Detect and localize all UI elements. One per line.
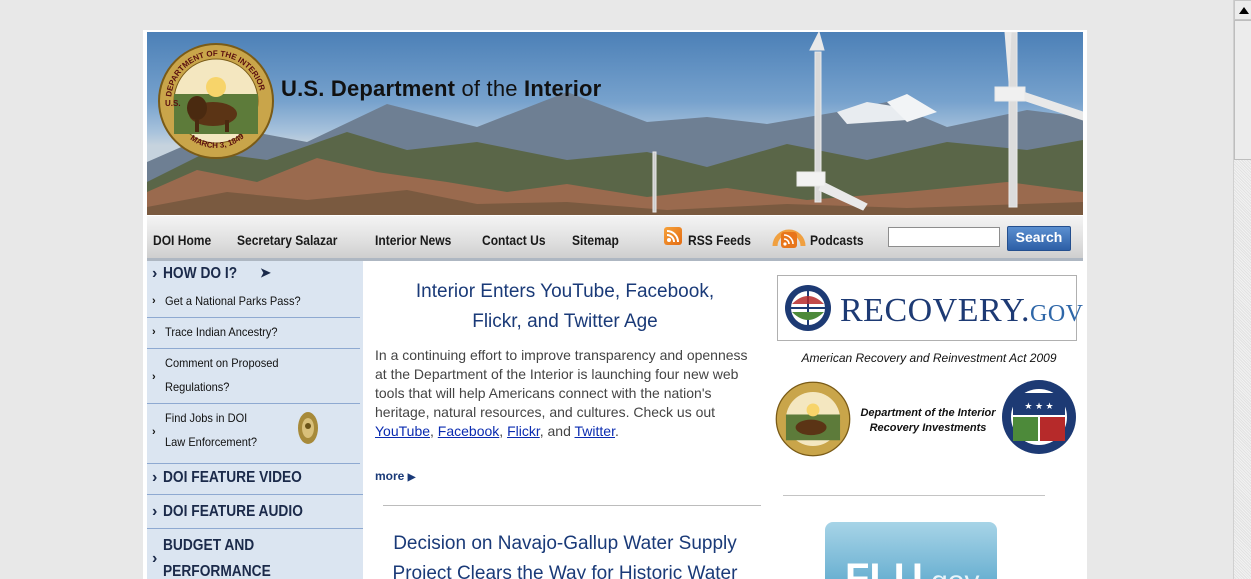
chevron-right-icon: › bbox=[152, 469, 158, 486]
story-summary: In a continuing effort to improve transp… bbox=[375, 347, 748, 439]
sidebar-item-parks-pass[interactable]: › Get a National Parks Pass? bbox=[147, 287, 360, 318]
page-content: DEPARTMENT OF THE INTERIOR MARCH 3, 1849… bbox=[143, 30, 1087, 579]
youtube-link[interactable]: YouTube bbox=[375, 423, 430, 439]
sidebar-divider bbox=[147, 528, 363, 529]
site-title-part3: Interior bbox=[524, 76, 602, 101]
nav-sitemap[interactable]: Sitemap bbox=[572, 232, 619, 248]
nav-rss-feeds[interactable]: RSS Feeds bbox=[688, 232, 751, 248]
nav-contact-us[interactable]: Contact Us bbox=[482, 232, 546, 248]
svg-text:U.S.: U.S. bbox=[165, 99, 181, 108]
podcast-icon[interactable] bbox=[771, 224, 807, 250]
nav-secretary-salazar[interactable]: Secretary Salazar bbox=[237, 232, 337, 248]
banner-landscape bbox=[147, 32, 1083, 215]
nav-interior-news[interactable]: Interior News bbox=[375, 232, 451, 248]
scroll-up-arrow-icon[interactable] bbox=[1234, 0, 1251, 20]
recovery-globe-icon bbox=[785, 285, 831, 331]
police-badge-icon bbox=[298, 412, 318, 444]
svg-text:★ ★ ★: ★ ★ ★ bbox=[1024, 401, 1053, 411]
nav-podcasts[interactable]: Podcasts bbox=[810, 232, 864, 248]
left-sidebar: › HOW DO I? ➤ › Get a National Parks Pas… bbox=[147, 261, 363, 579]
story-headline-social-media[interactable]: Interior Enters YouTube, Facebook, Flick… bbox=[365, 277, 765, 337]
story-divider bbox=[383, 505, 761, 506]
flu-gov-wordmark: FLU.gov bbox=[845, 556, 979, 579]
sidebar-divider bbox=[147, 494, 363, 495]
search-button[interactable]: Search bbox=[1007, 226, 1071, 251]
sidebar-item-law-enforcement-jobs[interactable]: › Find Jobs in DOI Law Enforcement? bbox=[147, 404, 360, 464]
doi-recovery-investments-link[interactable]: Department of the Interior Recovery Inve… bbox=[853, 406, 1003, 436]
sidebar-item-indian-ancestry[interactable]: › Trace Indian Ancestry? bbox=[147, 318, 360, 349]
facebook-link[interactable]: Facebook bbox=[438, 423, 499, 439]
main-news-column: Interior Enters YouTube, Facebook, Flick… bbox=[365, 261, 765, 579]
scroll-thumb[interactable] bbox=[1234, 20, 1251, 160]
chevron-right-icon: › bbox=[152, 265, 158, 282]
chevron-right-icon: › bbox=[152, 295, 156, 307]
doi-seal-logo: DEPARTMENT OF THE INTERIOR MARCH 3, 1849… bbox=[158, 43, 274, 159]
triangle-right-icon: ▶ bbox=[407, 472, 416, 483]
header-banner: DEPARTMENT OF THE INTERIOR MARCH 3, 1849… bbox=[147, 32, 1083, 215]
top-nav: DOI Home Secretary Salazar Interior News… bbox=[147, 216, 1083, 261]
right-column: RECOVERY.GOV American Recovery and Reinv… bbox=[773, 261, 1085, 579]
chevron-right-icon: › bbox=[152, 426, 156, 438]
arra-caption: American Recovery and Reinvestment Act 2… bbox=[801, 351, 1057, 365]
flickr-link[interactable]: Flickr bbox=[507, 423, 540, 439]
more-link[interactable]: more ▶ bbox=[375, 469, 415, 483]
recovery-emblem-icon[interactable]: ★ ★ ★ bbox=[1001, 379, 1077, 455]
site-title-part2: of the bbox=[455, 76, 525, 101]
chevron-right-icon: ➤ bbox=[260, 265, 271, 280]
right-divider bbox=[783, 495, 1045, 496]
site-title-part1: U.S. Department bbox=[281, 76, 456, 101]
chevron-right-icon: › bbox=[152, 503, 158, 520]
twitter-link[interactable]: Twitter bbox=[575, 423, 615, 439]
recovery-gov-banner[interactable]: RECOVERY.GOV bbox=[777, 275, 1083, 341]
sidebar-item-proposed-regulations[interactable]: › Comment on Proposed Regulations? bbox=[147, 349, 360, 404]
site-title[interactable]: U.S. Department of the Interior bbox=[281, 76, 601, 102]
search-input[interactable] bbox=[888, 227, 1000, 247]
nav-doi-home[interactable]: DOI Home bbox=[153, 232, 211, 248]
chevron-right-icon: › bbox=[152, 326, 156, 338]
chevron-right-icon: › bbox=[152, 371, 156, 383]
rss-icon[interactable] bbox=[664, 227, 682, 245]
vertical-scrollbar[interactable] bbox=[1233, 0, 1251, 579]
story-headline-navajo-gallup[interactable]: Decision on Navajo-Gallup Water Supply P… bbox=[365, 529, 765, 579]
flu-gov-banner[interactable]: FLU.gov bbox=[825, 522, 997, 579]
recovery-gov-wordmark: RECOVERY.GOV bbox=[840, 292, 1084, 329]
chevron-right-icon: › bbox=[152, 550, 158, 567]
doi-seal-small-logo[interactable] bbox=[775, 381, 851, 457]
